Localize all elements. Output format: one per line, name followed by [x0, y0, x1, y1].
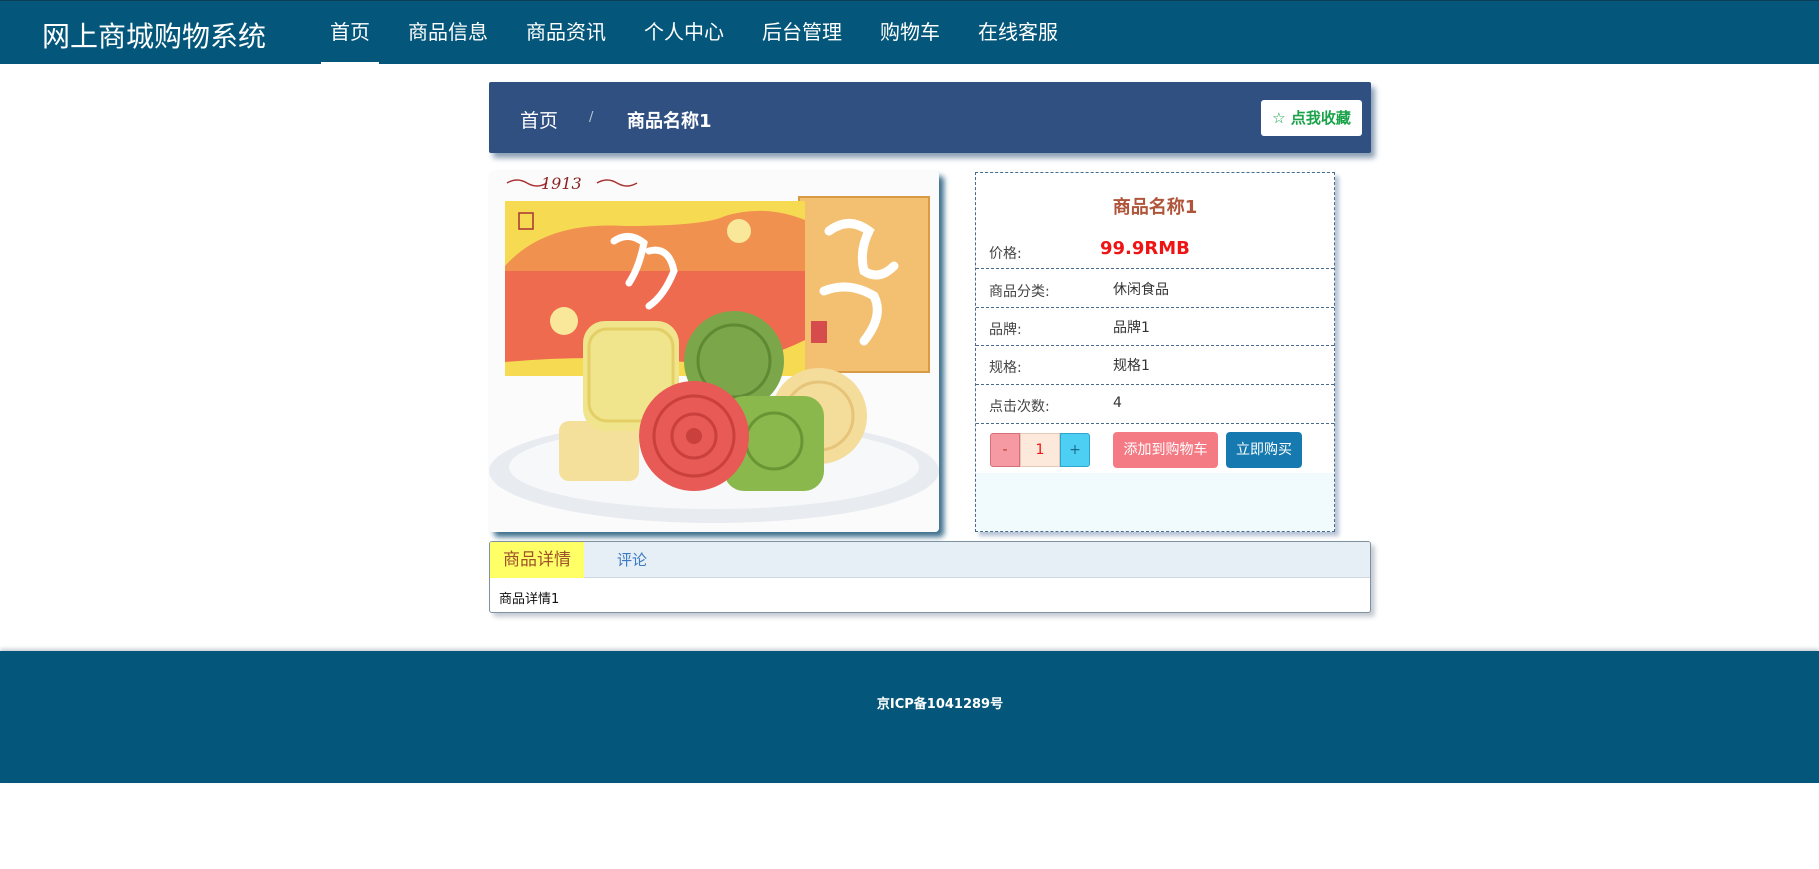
product-tabs: 商品详情 评论 商品详情1: [489, 541, 1371, 613]
category-value: 休闲食品: [1113, 282, 1169, 298]
quantity-input[interactable]: [1020, 433, 1060, 467]
click-count-row: 点击次数: 4: [976, 385, 1334, 424]
tab-product-detail[interactable]: 商品详情: [490, 542, 584, 578]
click-count-label: 点击次数:: [989, 399, 1050, 415]
category-row: 商品分类: 休闲食品: [976, 269, 1334, 308]
category-label: 商品分类:: [989, 284, 1050, 300]
top-navbar: 网上商城购物系统 首页 商品信息 商品资讯 个人中心 后台管理 购物车 在线客服: [0, 0, 1819, 65]
nav-item-admin[interactable]: 后台管理: [753, 1, 851, 65]
brand-label: 品牌:: [989, 322, 1022, 338]
main-nav: 首页 商品信息 商品资讯 个人中心 后台管理 购物车 在线客服: [321, 1, 1087, 65]
click-count-value: 4: [1113, 395, 1122, 411]
quantity-decrease-button[interactable]: -: [990, 433, 1020, 467]
spec-label: 规格:: [989, 360, 1022, 376]
product-info-inner: 商品名称1 价格: 99.9RMB 商品分类: 休闲食品 品牌: 品牌1 规格:…: [976, 173, 1334, 473]
product-photo-illustration: 1913: [489, 171, 939, 532]
image-script-text: 1913: [541, 174, 582, 193]
product-title: 商品名称1: [1112, 197, 1198, 218]
tab-header: 商品详情 评论: [490, 542, 1370, 578]
nav-item-news[interactable]: 商品资讯: [517, 1, 615, 65]
buy-now-button[interactable]: 立即购买: [1226, 432, 1302, 468]
favorite-button[interactable]: ☆ 点我收藏: [1261, 100, 1362, 136]
product-image: 1913: [489, 171, 939, 532]
nav-item-profile[interactable]: 个人中心: [635, 1, 733, 65]
footer: 京ICP备1041289号: [0, 651, 1819, 783]
breadcrumb-home-link[interactable]: 首页: [520, 106, 558, 133]
nav-item-support[interactable]: 在线客服: [969, 1, 1067, 65]
brand-row: 品牌: 品牌1: [976, 308, 1334, 346]
breadcrumb: 首页 / 商品名称1 ☆ 点我收藏: [489, 82, 1371, 153]
brand-value: 品牌1: [1113, 320, 1150, 336]
product-info-panel: 商品名称1 价格: 99.9RMB 商品分类: 休闲食品 品牌: 品牌1 规格:…: [975, 172, 1335, 532]
tab-comments[interactable]: 评论: [617, 542, 647, 578]
nav-item-cart[interactable]: 购物车: [871, 1, 949, 65]
price-row: 价格: 99.9RMB: [976, 229, 1334, 269]
spec-row: 规格: 规格1: [976, 346, 1334, 385]
site-brand[interactable]: 网上商城购物系统: [42, 15, 266, 55]
breadcrumb-current: 商品名称1: [627, 111, 712, 132]
nav-item-products[interactable]: 商品信息: [399, 1, 497, 65]
price-label: 价格:: [989, 246, 1022, 262]
icp-number: 京ICP备1041289号: [876, 697, 1004, 712]
quantity-increase-button[interactable]: +: [1060, 433, 1090, 467]
spec-value: 规格1: [1113, 358, 1150, 374]
price-value: 99.9RMB: [1100, 238, 1190, 259]
nav-item-home[interactable]: 首页: [321, 1, 379, 65]
breadcrumb-separator: /: [589, 110, 594, 125]
add-to-cart-button[interactable]: 添加到购物车: [1113, 432, 1218, 468]
tab-content: 商品详情1: [499, 592, 560, 607]
